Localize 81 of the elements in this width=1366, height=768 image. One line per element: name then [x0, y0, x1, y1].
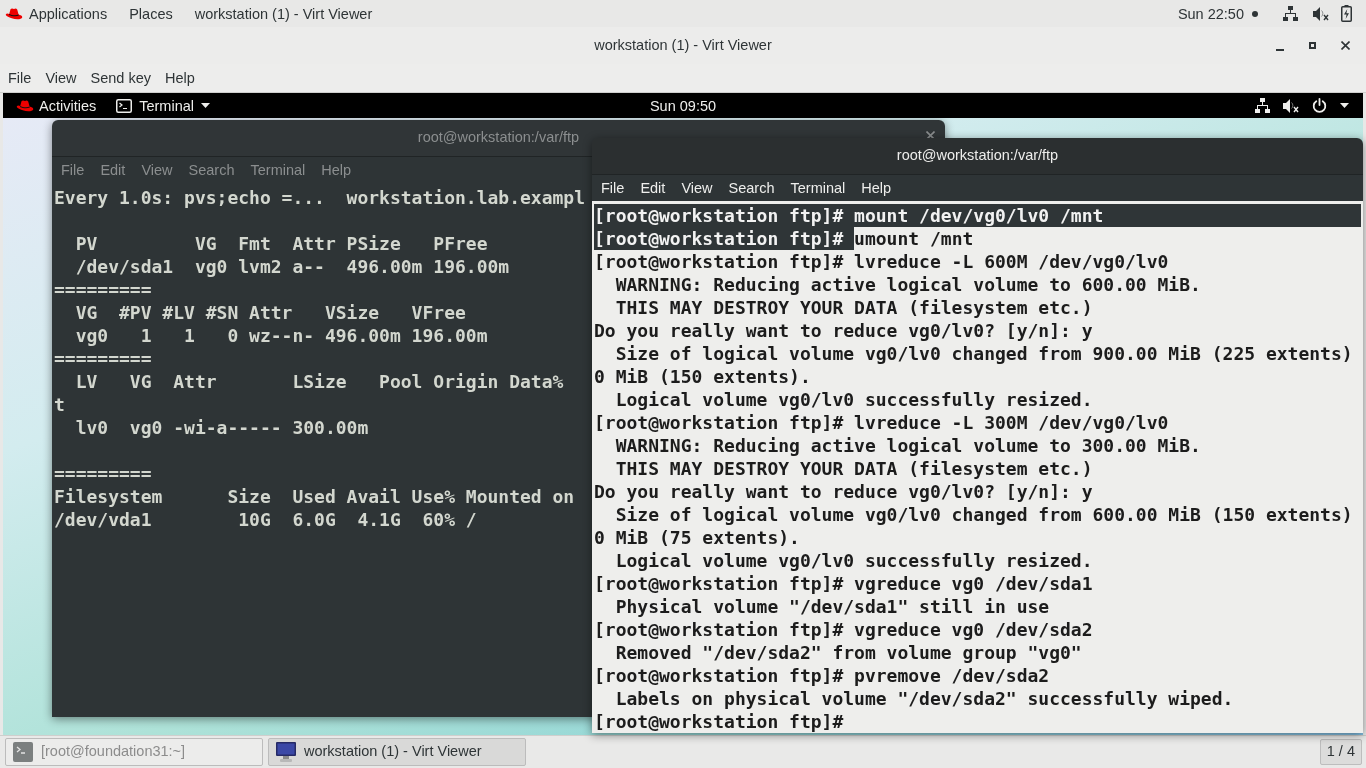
network-icon[interactable] [1283, 6, 1298, 21]
window-title: workstation (1) - Virt Viewer [594, 35, 772, 55]
caret-icon[interactable] [1340, 103, 1349, 108]
terminal-text: THIS MAY DESTROY YOUR DATA (filesystem etc.) [614, 296, 1093, 319]
menu-item[interactable]: Search [180, 160, 243, 180]
menu-item[interactable]: Help [313, 160, 360, 180]
terminal-text: Physical volume "/dev/sda1" still in use [614, 595, 1050, 618]
menu-item[interactable]: View [133, 160, 181, 180]
minimize-icon[interactable] [1276, 48, 1284, 51]
menu-item[interactable]: Terminal [782, 178, 854, 198]
menu-item[interactable]: File [1, 68, 39, 88]
terminal-line: VG #PV #LV #SN Attr VSize VFree [74, 301, 466, 324]
menu-button[interactable]: Applications [18, 3, 119, 24]
menu-item[interactable]: File [53, 160, 93, 180]
terminal-line: /dev/sda1 vg0 lvm2 a-- 496.00m 196.00m [74, 255, 510, 278]
terminal-line: ========= [54, 462, 152, 485]
menu-item[interactable]: Help [853, 178, 900, 198]
terminal-text: THIS MAY DESTROY YOUR DATA (filesystem etc.) [614, 457, 1093, 480]
terminal-icon [116, 98, 133, 113]
clock[interactable]: Sun 09:50 [641, 95, 725, 116]
terminal-text: Do you really want to reduce vg0/lv0? [y/n]: y [594, 480, 1093, 503]
menu-button[interactable]: Places [118, 3, 184, 24]
terminal-text: umount /mnt [854, 227, 974, 250]
terminal-text: Removed "/dev/sda2" from volume group "vg0" [614, 641, 1082, 664]
menu-item[interactable]: View [673, 178, 721, 198]
menu-item[interactable]: Send key [83, 68, 158, 88]
terminal-text: Logical volume vg0/lv0 successfully resized. [614, 549, 1093, 572]
terminal-text: WARNING: Reducing active logical volume to 300.00 MiB. [614, 434, 1201, 457]
window-title: root@workstation:/var/ftp [417, 128, 580, 148]
terminal-text: [root@workstation ftp]# vgreduce vg0 /dev/sda1 [594, 572, 1093, 595]
close-icon[interactable] [1341, 41, 1350, 50]
menu-item[interactable]: Help [158, 68, 202, 88]
terminal-text: [root@workstation ftp]# lvreduce -L 600M /dev/vg0/lv0 [594, 250, 1169, 273]
monitor-icon [276, 741, 296, 762]
power-icon[interactable] [1312, 98, 1327, 113]
terminal-text: [root@workstation ftp]# [594, 710, 844, 733]
terminal-line: PV VG Fmt Attr PSize PFree [74, 232, 488, 255]
app-menu-button[interactable]: Terminal [108, 95, 218, 116]
app-menu-button[interactable]: workstation (1) - Virt Viewer [183, 3, 384, 24]
menu-item[interactable]: File [593, 178, 633, 198]
speaker-muted-icon[interactable] [1313, 6, 1329, 21]
menu-item[interactable]: Edit [632, 178, 674, 198]
terminal-text: [root@workstation ftp]# vgreduce vg0 /dev/sda2 [594, 618, 1093, 641]
caret-icon [201, 103, 210, 108]
terminal-icon [13, 741, 33, 762]
terminal-text: [root@workstation ftp]# pvremove /dev/sda2 [594, 664, 1050, 687]
terminal-line: /dev/vda1 10G 6.0G 4.1G 60% / [54, 508, 477, 531]
terminal-line: Every 1.0s: pvs;echo =... workstation.lab.exampl [54, 186, 585, 209]
terminal-line: ========= [54, 278, 152, 301]
activities-button[interactable]: Activities [31, 95, 105, 116]
terminal-text: Logical volume vg0/lv0 successfully resized. [614, 388, 1093, 411]
notification-dot-icon [1252, 10, 1258, 17]
terminal-text: WARNING: Reducing active logical volume to 600.00 MiB. [614, 273, 1201, 296]
battery-icon[interactable] [1341, 5, 1352, 22]
network-icon[interactable] [1255, 98, 1270, 113]
maximize-icon[interactable] [1309, 42, 1316, 49]
terminal-line: vg0 1 1 0 wz--n- 496.00m 196.00m [74, 324, 488, 347]
terminal-line: LV VG Attr LSize Pool Origin Data% [74, 370, 564, 393]
clock[interactable]: Sun 22:50 [1177, 3, 1252, 24]
taskbar-button[interactable]: workstation (1) - Virt Viewer [268, 737, 526, 766]
menu-item[interactable]: Search [720, 178, 783, 198]
terminal-text: 0 MiB (75 extents). [594, 526, 800, 549]
terminal-line: lv0 vg0 -wi-a----- 300.00m [74, 416, 369, 439]
terminal-text: 0 MiB (150 extents). [594, 365, 811, 388]
window-title: root@workstation:/var/ftp [896, 146, 1059, 166]
menu-item[interactable]: Edit [92, 160, 134, 180]
menu-item[interactable]: Terminal [242, 160, 314, 180]
terminal-line: ========= [54, 347, 152, 370]
terminal-line: t [54, 393, 65, 416]
workspace-indicator[interactable]: 1 / 4 [1319, 738, 1362, 765]
speaker-muted-icon[interactable] [1283, 98, 1299, 113]
terminal-text: Size of logical volume vg0/lv0 changed from 600.00 MiB (150 extents) [614, 503, 1353, 526]
terminal-text: Size of logical volume vg0/lv0 changed from 900.00 MiB (225 extents) [614, 342, 1353, 365]
terminal-line: Filesystem Size Used Avail Use% Mounted on [54, 485, 575, 508]
terminal-text: Labels on physical volume "/dev/sda2" successfully wiped. [614, 687, 1234, 710]
terminal-text: [root@workstation ftp]# lvreduce -L 300M /dev/vg0/lv0 [594, 411, 1169, 434]
selected-text: [root@workstation ftp]# [594, 227, 855, 250]
hat-icon[interactable] [5, 7, 23, 20]
terminal-text: Do you really want to reduce vg0/lv0? [y/n]: y [594, 319, 1093, 342]
selected-text: [root@workstation ftp]# mount /dev/vg0/lv0 /mnt [594, 204, 1361, 227]
menu-item[interactable]: View [38, 68, 84, 88]
